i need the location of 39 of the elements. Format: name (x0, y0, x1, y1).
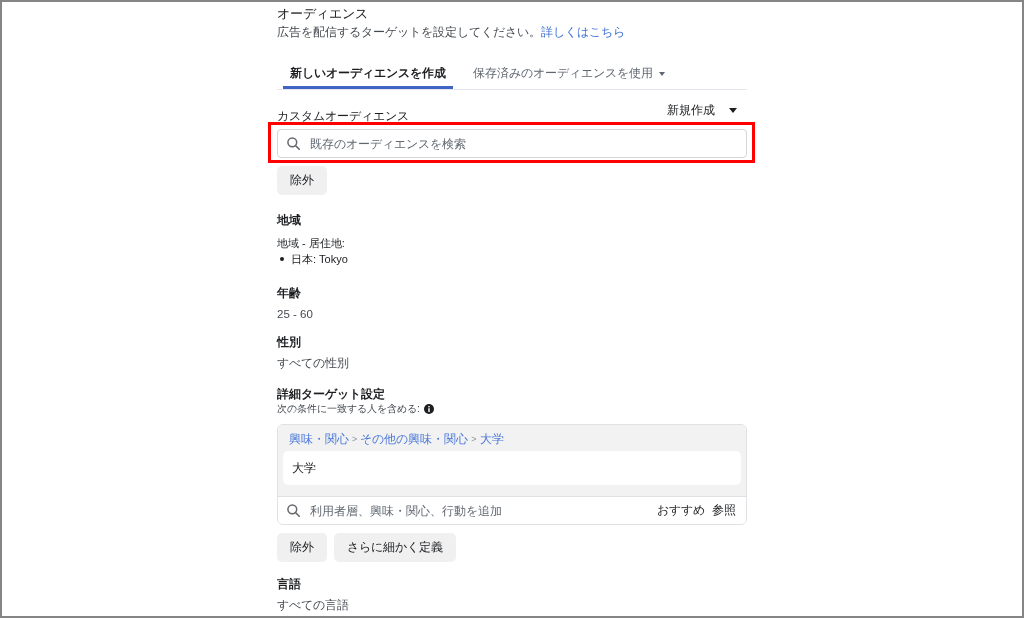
browse-link[interactable]: 参照 (712, 503, 736, 518)
section-title: 年齢 (277, 286, 301, 301)
search-input[interactable]: 利用者層、興味・関心、行動を追加 (310, 497, 647, 524)
section-title: 言語 (277, 577, 301, 592)
section-value: 25 - 60 (277, 307, 313, 322)
section-value: すべての言語 (277, 598, 349, 613)
breadcrumb-link[interactable]: 興味・関心 (289, 431, 349, 447)
search-icon (287, 137, 300, 150)
section-value: すべての性別 (277, 356, 349, 371)
breadcrumb-link[interactable]: 大学 (479, 431, 504, 447)
location-item: 日本: Tokyo (291, 252, 348, 267)
exclude-button[interactable]: 除外 (277, 533, 327, 562)
selected-interest: 大学 (292, 460, 316, 476)
narrow-audience-button[interactable]: さらに細かく定義 (334, 533, 456, 562)
search-field[interactable]: 既存のオーディエンスを検索 (277, 129, 747, 158)
section-title: 性別 (277, 335, 301, 350)
search-input[interactable]: 既存のオーディエンスを検索 (310, 130, 736, 157)
breadcrumb-separator: > (471, 434, 477, 444)
description-text: 広告を配信するターゲットを設定してください。詳しくはこちら (277, 24, 625, 40)
page-title: オーディエンス (277, 6, 368, 22)
breadcrumb-separator: > (352, 434, 358, 444)
create-dropdown[interactable]: 新規作成 (667, 102, 747, 118)
breadcrumb-link[interactable]: その他の興味・関心 (360, 431, 469, 447)
info-icon (423, 404, 434, 414)
location-label: 地域 - 居住地: (277, 236, 345, 251)
suggestions-link[interactable]: おすすめ (657, 503, 705, 518)
search-icon (287, 504, 300, 517)
caret-icon (729, 107, 737, 113)
tab[interactable]: 新しいオーディエンスを作成 (283, 58, 453, 89)
bullet-icon (280, 257, 284, 261)
caret-icon (659, 71, 665, 76)
search-field[interactable]: 利用者層、興味・関心、行動を追加 おすすめ 参照 (278, 496, 746, 524)
section-title: 詳細ターゲット設定 (277, 386, 385, 402)
help-link[interactable]: 詳しくはこちら (541, 25, 625, 39)
section-title: カスタムオーディエンス (277, 109, 409, 124)
exclude-button[interactable]: 除外 (277, 166, 327, 195)
tab[interactable]: 保存済みのオーディエンスを使用 (466, 58, 672, 89)
targeting-note: 次の条件に一致する人を含める: (277, 402, 420, 416)
section-title: 地域 (277, 213, 301, 228)
